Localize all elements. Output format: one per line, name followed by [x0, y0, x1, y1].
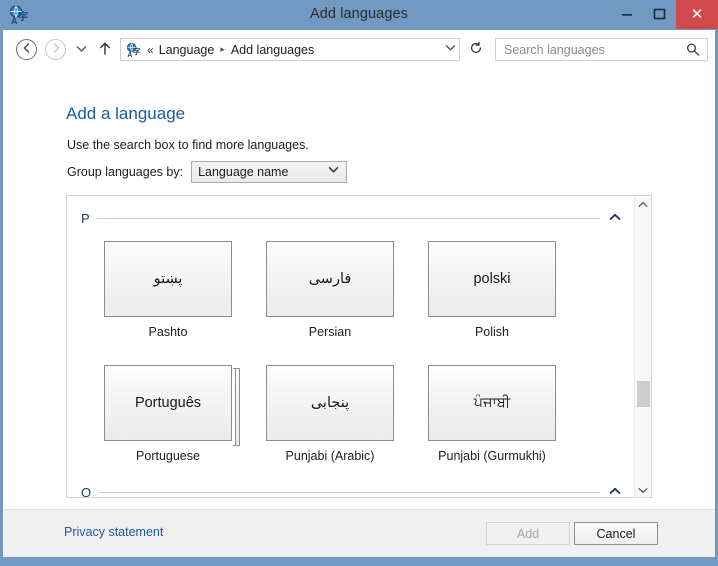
maximize-button[interactable]	[643, 0, 676, 29]
svg-text:A: A	[127, 52, 132, 58]
page-title: Add a language	[66, 104, 186, 123]
breadcrumb-add-languages[interactable]: Add languages	[231, 43, 314, 57]
chevron-down-icon	[76, 45, 87, 55]
group-divider	[96, 217, 600, 219]
search-icon[interactable]	[683, 40, 705, 62]
breadcrumb-separator: «	[147, 42, 154, 57]
page-subtitle: Use the search box to find more language…	[67, 138, 309, 152]
group-by-label: Group languages by:	[67, 165, 184, 179]
close-icon: ✕	[690, 6, 704, 23]
add-button[interactable]: Add	[486, 522, 570, 545]
group-collapse-chevron-icon[interactable]	[609, 213, 621, 224]
language-list-panel: P پښتو Pashto فارسی Persian polski Polish Portu…	[66, 195, 652, 498]
language-list-content: P پښتو Pashto فارسی Persian polski Polish Portu…	[67, 196, 635, 498]
group-letter: Q	[81, 484, 92, 498]
privacy-statement-link[interactable]: Privacy statement	[64, 525, 163, 539]
language-native-name: پنجابی	[310, 395, 350, 411]
language-tile[interactable]: پنجابی	[266, 365, 394, 441]
scroll-down-button[interactable]	[635, 482, 651, 497]
search-box[interactable]	[495, 38, 708, 61]
language-icon: A 字	[125, 42, 141, 59]
group-header-q[interactable]: Q	[81, 481, 621, 498]
language-native-name: ਪੰਜਾਬੀ	[473, 395, 511, 411]
scrollbar-thumb[interactable]	[637, 381, 650, 407]
cancel-button[interactable]: Cancel	[574, 522, 658, 545]
language-native-name: polski	[473, 271, 511, 287]
language-tile-cell: ਪੰਜਾਬੀ Punjabi (Gurmukhi)	[411, 365, 573, 463]
window-border-left	[0, 30, 3, 566]
address-bar[interactable]: A 字 « Language ▸ Add languages	[120, 38, 460, 61]
address-dropdown-button[interactable]	[440, 38, 460, 61]
up-button[interactable]	[96, 41, 113, 59]
language-tile-label: Pashto	[148, 325, 188, 339]
search-input[interactable]	[502, 41, 677, 58]
navigation-bar: A 字 « Language ▸ Add languages	[3, 30, 715, 68]
language-tile-label: Punjabi (Gurmukhi)	[438, 449, 546, 463]
language-tile-cell: پنجابی Punjabi (Arabic)	[249, 365, 411, 463]
language-tile[interactable]: فارسی	[266, 241, 394, 317]
language-tile-cell: پښتو Pashto	[87, 241, 249, 339]
refresh-icon	[469, 41, 483, 58]
recent-locations-button[interactable]	[73, 43, 89, 57]
language-tile[interactable]: پښتو	[104, 241, 232, 317]
group-by-selected-value: Language name	[198, 165, 289, 179]
title-bar: A 字 Add languages ✕	[0, 0, 718, 30]
language-native-name: فارسی	[308, 271, 352, 287]
close-button[interactable]: ✕	[676, 0, 718, 29]
group-letter: P	[81, 210, 90, 226]
row-spacer	[67, 229, 635, 241]
language-tile-label: Persian	[308, 325, 352, 339]
row-spacer	[67, 339, 635, 365]
language-tile[interactable]: Português	[104, 365, 240, 446]
language-tile-row: پښتو Pashto فارسی Persian polski Polish	[87, 241, 635, 339]
dialog-footer: Privacy statement Add Cancel	[3, 509, 715, 557]
language-tile-cell: polski Polish	[411, 241, 573, 339]
language-tile-label: Polish	[474, 325, 510, 339]
chevron-down-icon	[445, 44, 456, 55]
group-by-select[interactable]: Language name	[191, 161, 348, 183]
breadcrumb-chevron-icon: ▸	[220, 44, 225, 54]
group-divider	[98, 491, 600, 493]
maximize-icon	[653, 8, 666, 22]
window-border-bottom	[0, 557, 718, 566]
breadcrumb-language[interactable]: Language	[159, 43, 215, 57]
arrow-up-icon	[98, 41, 112, 59]
language-tile-row: Português Portuguese پنجابی Punjabi (Arabic…	[87, 365, 635, 463]
language-tile-cell: Português Portuguese	[87, 365, 249, 463]
scroll-up-button[interactable]	[635, 196, 651, 213]
language-tile-cell: فارسی Persian	[249, 241, 411, 339]
group-header-p[interactable]: P	[81, 207, 621, 229]
dialog-body: Add a language Use the search box to fin…	[3, 68, 715, 509]
group-by-row: Group languages by: Language name	[67, 161, 348, 183]
group-collapse-chevron-icon[interactable]	[609, 487, 621, 498]
language-list-scroll-area: P پښتو Pashto فارسی Persian polski Polish Portu…	[67, 196, 635, 498]
language-tile-label: Portuguese	[136, 449, 200, 463]
language-tile[interactable]: polski	[428, 241, 556, 317]
chevron-down-icon	[328, 166, 339, 177]
language-tile[interactable]: ਪੰਜਾਬੀ	[428, 365, 556, 441]
refresh-button[interactable]	[464, 38, 488, 61]
language-native-name: Português	[134, 395, 202, 411]
forward-button	[45, 39, 66, 60]
language-tile-label: Punjabi (Arabic)	[285, 449, 375, 463]
vertical-scrollbar[interactable]	[634, 196, 651, 497]
minimize-icon	[621, 8, 633, 22]
svg-text:字: 字	[133, 46, 141, 56]
minimize-button[interactable]	[610, 0, 643, 29]
back-button[interactable]	[16, 39, 37, 60]
arrow-left-icon	[21, 42, 33, 57]
add-languages-window: A 字 Add languages ✕ A 字 « Language ▸ Add…	[0, 0, 718, 566]
language-native-name: پښتو	[153, 271, 183, 287]
arrow-right-icon	[50, 42, 62, 57]
